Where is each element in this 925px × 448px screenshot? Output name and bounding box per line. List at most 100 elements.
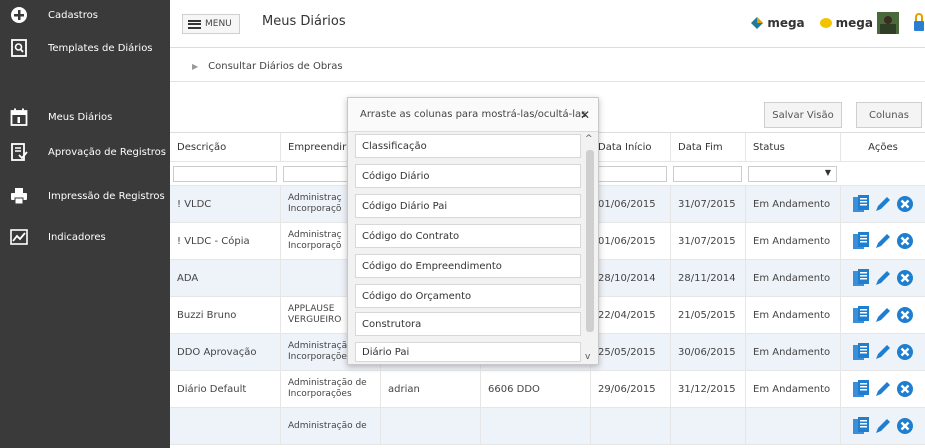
lock-icon[interactable] xyxy=(913,12,925,34)
close-icon[interactable]: ✕ xyxy=(580,108,590,122)
filter-status-select[interactable]: ▼ xyxy=(748,166,837,182)
cell-descricao xyxy=(170,408,280,444)
cell-data-fim: 31/07/2015 xyxy=(670,223,745,259)
edit-icon[interactable] xyxy=(873,416,893,436)
column-chooser-item[interactable]: Código do Contrato xyxy=(355,224,581,248)
dropdown-caret-icon: ▼ xyxy=(824,168,831,177)
column-header-data-fim[interactable]: Data Fim xyxy=(670,133,745,161)
sidebar-item-label: Impressão de Registros xyxy=(48,190,165,202)
table-row[interactable]: Diário Default Administração de Incorporaç… xyxy=(170,371,925,408)
filter-data-fim-input[interactable] xyxy=(673,166,742,182)
column-header-data-inicio[interactable]: Data Início xyxy=(590,133,670,161)
cell-data-inicio: 25/05/2015 xyxy=(590,334,670,370)
cell-data-inicio: 28/10/2014 xyxy=(590,260,670,296)
column-chooser-item[interactable]: Construtora xyxy=(355,312,581,336)
scroll-up-icon[interactable]: ^ xyxy=(585,134,593,144)
scroll-down-icon[interactable]: v xyxy=(585,352,590,362)
sidebar-item-impressao[interactable]: Impressão de Registros xyxy=(0,185,170,207)
check-document-icon xyxy=(10,143,28,161)
column-chooser-item[interactable]: Código Diário Pai xyxy=(355,194,581,218)
sidebar-item-label: Meus Diários xyxy=(48,111,113,123)
delete-icon[interactable] xyxy=(895,194,915,214)
copy-icon[interactable] xyxy=(851,379,871,399)
copy-icon[interactable] xyxy=(851,231,871,251)
breadcrumb-item[interactable]: Consultar Diários de Obras xyxy=(208,61,342,72)
cell-usuario: adrian xyxy=(380,371,480,407)
column-chooser-item[interactable]: Diário Pai xyxy=(355,342,581,362)
mega-logo-2: mega xyxy=(819,12,899,34)
page-title: Meus Diários xyxy=(262,14,346,29)
mega-logo-2-text: mega xyxy=(835,16,873,30)
edit-icon[interactable] xyxy=(873,342,893,362)
cell-data-fim: 31/07/2015 xyxy=(670,186,745,222)
copy-icon[interactable] xyxy=(851,342,871,362)
edit-icon[interactable] xyxy=(873,231,893,251)
cell-data-inicio xyxy=(590,408,670,444)
breadcrumb-arrow-icon: ▶ xyxy=(192,62,199,71)
column-chooser-item[interactable]: Código do Empreendimento xyxy=(355,254,581,278)
row-actions xyxy=(840,371,925,407)
copy-icon[interactable] xyxy=(851,194,871,214)
column-chooser-item[interactable]: Classificação xyxy=(355,134,581,158)
columns-button[interactable]: Colunas xyxy=(856,102,922,128)
sidebar-item-label: Indicadores xyxy=(48,231,106,243)
delete-icon[interactable] xyxy=(895,342,915,362)
sidebar: Cadastros Templates de Diários Meus Diár… xyxy=(0,0,170,448)
mega-logo-text: mega xyxy=(767,16,805,30)
mega-logo-mark xyxy=(751,17,764,29)
edit-icon[interactable] xyxy=(873,305,893,325)
row-actions xyxy=(840,260,925,296)
menu-button-label: MENU xyxy=(205,19,232,29)
column-header-descricao[interactable]: Descrição xyxy=(170,133,280,161)
sidebar-item-cadastros[interactable]: Cadastros xyxy=(0,4,170,26)
column-header-status[interactable]: Status xyxy=(745,133,840,161)
save-view-button[interactable]: Salvar Visão xyxy=(764,102,842,128)
breadcrumb: ▶ Consultar Diários de Obras xyxy=(170,52,925,82)
sidebar-item-indicadores[interactable]: Indicadores xyxy=(0,226,170,248)
cell-status: Em Andamento xyxy=(745,297,840,333)
cell-descricao: ! VLDC - Cópia xyxy=(177,235,250,247)
delete-icon[interactable] xyxy=(895,231,915,251)
copy-icon[interactable] xyxy=(851,268,871,288)
sidebar-item-meus-diarios[interactable]: Meus Diários xyxy=(0,106,170,128)
cell-codigo: 6606 DDO xyxy=(480,371,590,407)
scrollbar-thumb[interactable] xyxy=(586,150,594,332)
cell-descricao: Buzzi Bruno xyxy=(177,309,237,321)
delete-icon[interactable] xyxy=(895,268,915,288)
row-actions xyxy=(840,408,925,444)
filter-data-inicio-input[interactable] xyxy=(593,166,667,182)
cell-data-fim: 21/05/2015 xyxy=(670,297,745,333)
sidebar-item-label: Templates de Diários xyxy=(48,42,153,54)
delete-icon[interactable] xyxy=(895,379,915,399)
cell-descricao: ! VLDC xyxy=(177,198,212,210)
copy-icon[interactable] xyxy=(851,305,871,325)
cell-descricao: DDO Aprovação xyxy=(177,346,257,358)
column-chooser-title-text: Arraste as colunas para mostrá-las/ocult… xyxy=(360,109,587,120)
cell-data-fim: 31/12/2015 xyxy=(670,371,745,407)
cell-data-inicio: 29/06/2015 xyxy=(590,371,670,407)
row-actions xyxy=(840,223,925,259)
sidebar-item-templates[interactable]: Templates de Diários xyxy=(0,37,170,59)
column-chooser-title: Arraste as colunas para mostrá-las/ocult… xyxy=(348,98,598,132)
column-chooser-item[interactable]: Código do Orçamento xyxy=(355,284,581,308)
cell-descricao: Diário Default xyxy=(177,383,247,395)
edit-icon[interactable] xyxy=(873,194,893,214)
filter-descricao-input[interactable] xyxy=(173,166,277,182)
cell-data-inicio: 01/06/2015 xyxy=(590,186,670,222)
column-chooser-scrollbar[interactable]: ^ v xyxy=(584,134,596,362)
delete-icon[interactable] xyxy=(895,305,915,325)
table-row[interactable]: Administração de xyxy=(170,408,925,445)
sidebar-item-aprovacao[interactable]: Aprovação de Registros xyxy=(0,141,170,163)
column-chooser-item[interactable]: Código Diário xyxy=(355,164,581,188)
menu-button[interactable]: MENU xyxy=(182,14,240,34)
user-avatar[interactable] xyxy=(877,12,899,34)
copy-icon[interactable] xyxy=(851,416,871,436)
printer-icon xyxy=(10,187,28,205)
cell-data-inicio: 01/06/2015 xyxy=(590,223,670,259)
row-actions xyxy=(840,186,925,222)
header-logos: mega mega xyxy=(750,8,925,38)
edit-icon[interactable] xyxy=(873,268,893,288)
edit-icon[interactable] xyxy=(873,379,893,399)
cell-usuario xyxy=(380,408,480,444)
delete-icon[interactable] xyxy=(895,416,915,436)
